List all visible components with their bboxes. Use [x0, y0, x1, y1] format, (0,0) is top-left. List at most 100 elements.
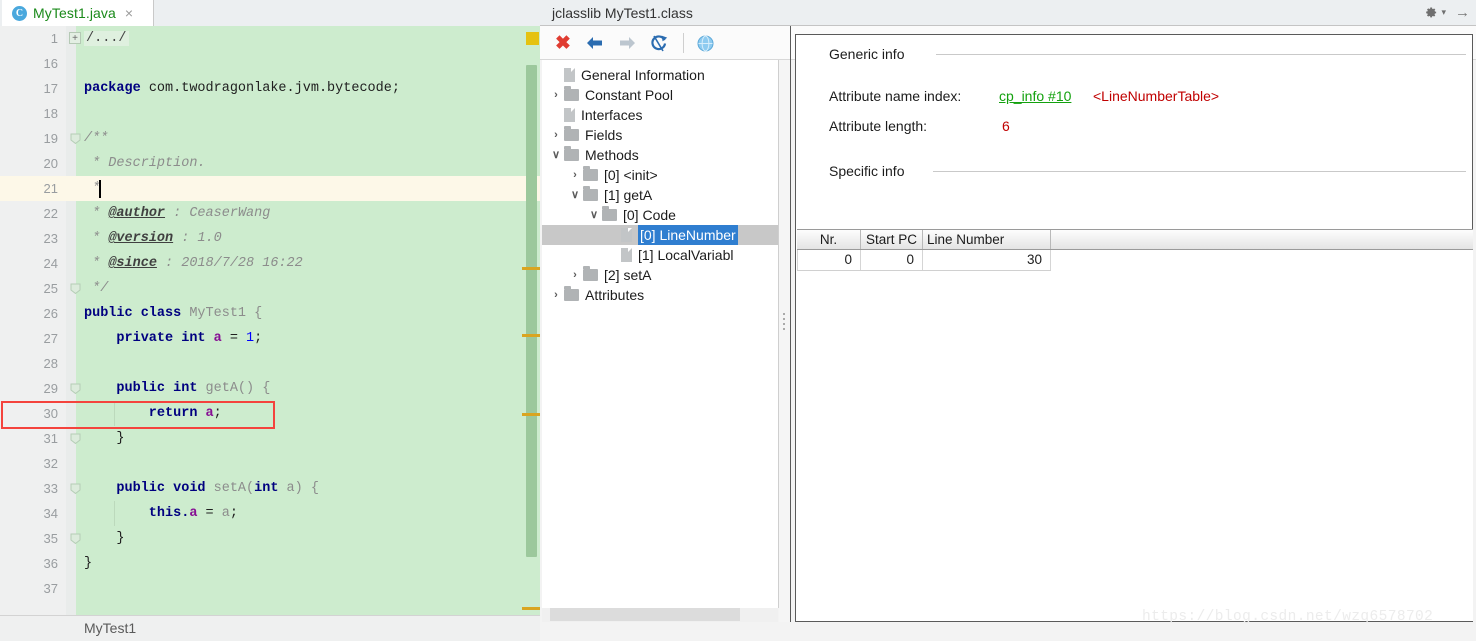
code-token: ; [229, 506, 238, 521]
specific-info-heading: Specific info [829, 163, 912, 179]
marker-warning-square[interactable] [526, 32, 539, 45]
code-line[interactable]: * [84, 176, 100, 201]
cell-line-number: 30 [923, 250, 1051, 270]
marker-stripe[interactable] [522, 334, 540, 337]
fold-collapse-icon[interactable] [70, 133, 81, 145]
tree-item-constant-pool[interactable]: › Constant Pool [542, 85, 673, 105]
code-line[interactable]: * @version : 1.0 [84, 226, 222, 251]
editor-tab-mytest1-java[interactable]: C MyTest1.java × [2, 0, 154, 26]
line-number: 28 [43, 356, 58, 371]
cell-start-pc: 0 [861, 250, 923, 270]
table-body: 0 0 30 [797, 250, 1473, 621]
code-line[interactable]: } [84, 526, 124, 551]
jclasslib-tab-label[interactable]: jclasslib MyTest1.class [542, 0, 703, 26]
editor-breadcrumb-bar: MyTest1 [0, 615, 540, 641]
reload-button[interactable] [646, 30, 672, 56]
fold-collapse-icon[interactable] [70, 433, 81, 445]
marker-stripe[interactable] [522, 267, 540, 270]
fold-collapse-icon[interactable] [70, 533, 81, 545]
code-line[interactable]: this.a = a; [84, 501, 238, 526]
folder-icon [564, 86, 579, 101]
fold-expand-icon[interactable]: + [69, 32, 81, 44]
fold-collapse-icon[interactable] [70, 383, 81, 395]
code-line[interactable]: public void setA(int a) { [84, 476, 319, 501]
line-number: 31 [43, 431, 58, 446]
jclasslib-tabbar: jclasslib MyTest1.class ▾ → [540, 0, 1476, 26]
tree-item-0-init[interactable]: › [0] <init> [542, 165, 658, 185]
tree-horizontal-scrollbar[interactable] [542, 608, 778, 622]
code-line[interactable]: * @since : 2018/7/28 16:22 [84, 251, 303, 276]
tree-item-attributes[interactable]: › Attributes [542, 285, 644, 305]
tree-item-interfaces[interactable]: Interfaces [542, 105, 642, 125]
code-token: com.twodragonlake.jvm.bytecode; [148, 81, 400, 96]
marker-stripe[interactable] [522, 413, 540, 416]
column-header-line-number[interactable]: Line Number [923, 230, 1051, 249]
close-button[interactable]: ✖ [550, 30, 576, 56]
close-icon[interactable]: × [125, 5, 133, 21]
code-token: /.../ [84, 31, 129, 46]
code-line[interactable]: /** [84, 126, 108, 151]
back-button[interactable] [582, 30, 608, 56]
chevron-down-icon[interactable]: ▾ [1441, 7, 1446, 18]
column-header-start-pc[interactable]: Start PC [861, 230, 923, 249]
tree-item-fields[interactable]: › Fields [542, 125, 622, 145]
gear-icon[interactable] [1423, 5, 1438, 20]
splitter-grip[interactable] [783, 310, 787, 338]
code-line[interactable]: */ [84, 276, 108, 301]
chevron-right-icon[interactable]: › [548, 125, 564, 145]
chevron-right-icon[interactable]: › [567, 265, 583, 285]
fold-collapse-icon[interactable] [70, 483, 81, 495]
code-line[interactable]: * @author : CeaserWang [84, 201, 270, 226]
tree-item-1-localvariabl[interactable]: [1] LocalVariabl [542, 245, 733, 265]
line-number: 34 [43, 506, 58, 521]
line-number-table[interactable]: Nr. Start PC Line Number 0 0 30 [797, 229, 1473, 621]
tree-scrollbar-thumb[interactable] [550, 608, 740, 621]
code-line[interactable]: public class MyTest1 { [84, 301, 262, 326]
chevron-down-icon[interactable]: ∨ [586, 205, 602, 225]
editor-scrollbar-thumb[interactable] [526, 65, 537, 557]
breadcrumb-class-name[interactable]: MyTest1 [84, 620, 136, 636]
settings-control[interactable]: ▾ [1423, 5, 1446, 20]
class-file-icon: C [12, 5, 27, 21]
tree-item-0-linenumber[interactable]: [0] LineNumber [542, 225, 778, 245]
panel-divider [790, 26, 791, 622]
arrow-right-icon[interactable] [617, 35, 637, 51]
attribute-name-index-link[interactable]: cp_info #10 [999, 88, 1071, 104]
code-token: } [84, 556, 93, 571]
code-line[interactable]: private int a = 1; [84, 326, 262, 351]
marker-stripe[interactable] [522, 607, 540, 610]
file-icon [564, 68, 575, 82]
tree-item-methods[interactable]: ∨ Methods [542, 145, 639, 165]
chevron-right-icon[interactable]: › [548, 85, 564, 105]
code-line[interactable]: package com.twodragonlake.jvm.bytecode; [84, 76, 400, 101]
browse-button[interactable] [692, 30, 718, 56]
code-line[interactable]: /.../ [84, 26, 129, 51]
refresh-icon[interactable] [649, 34, 669, 53]
fold-collapse-icon[interactable] [70, 283, 81, 295]
class-structure-tree[interactable]: General Information › Constant Pool Interfa… [542, 60, 779, 608]
code-token: = [221, 331, 247, 346]
code-line[interactable]: * Description. [84, 151, 205, 176]
chevron-down-icon[interactable]: ∨ [548, 145, 564, 165]
tree-item-2-seta[interactable]: › [2] setA [542, 265, 651, 285]
chevron-down-icon[interactable]: ∨ [567, 185, 583, 205]
forward-button[interactable] [614, 30, 640, 56]
globe-icon[interactable] [697, 35, 714, 52]
tree-item-general-information[interactable]: General Information [542, 65, 705, 85]
code-token: setA( [213, 481, 255, 496]
code-token: public int [84, 381, 206, 396]
file-icon [564, 108, 575, 122]
line-number: 32 [43, 456, 58, 471]
arrow-left-icon[interactable] [585, 35, 605, 51]
code-line[interactable]: } [84, 426, 124, 451]
code-line[interactable]: } [84, 551, 92, 576]
hide-panel-icon[interactable]: → [1455, 4, 1470, 21]
line-number: 1 [50, 31, 58, 46]
chevron-right-icon[interactable]: › [567, 165, 583, 185]
tree-item-1-geta[interactable]: ∨ [1] getA [542, 185, 652, 205]
tree-item-0-code[interactable]: ∨ [0] Code [542, 205, 676, 225]
tree-item-label: Methods [585, 147, 639, 163]
column-header-nr[interactable]: Nr. [797, 230, 861, 249]
chevron-right-icon[interactable]: › [548, 285, 564, 305]
code-line[interactable]: public int getA() { [84, 376, 270, 401]
